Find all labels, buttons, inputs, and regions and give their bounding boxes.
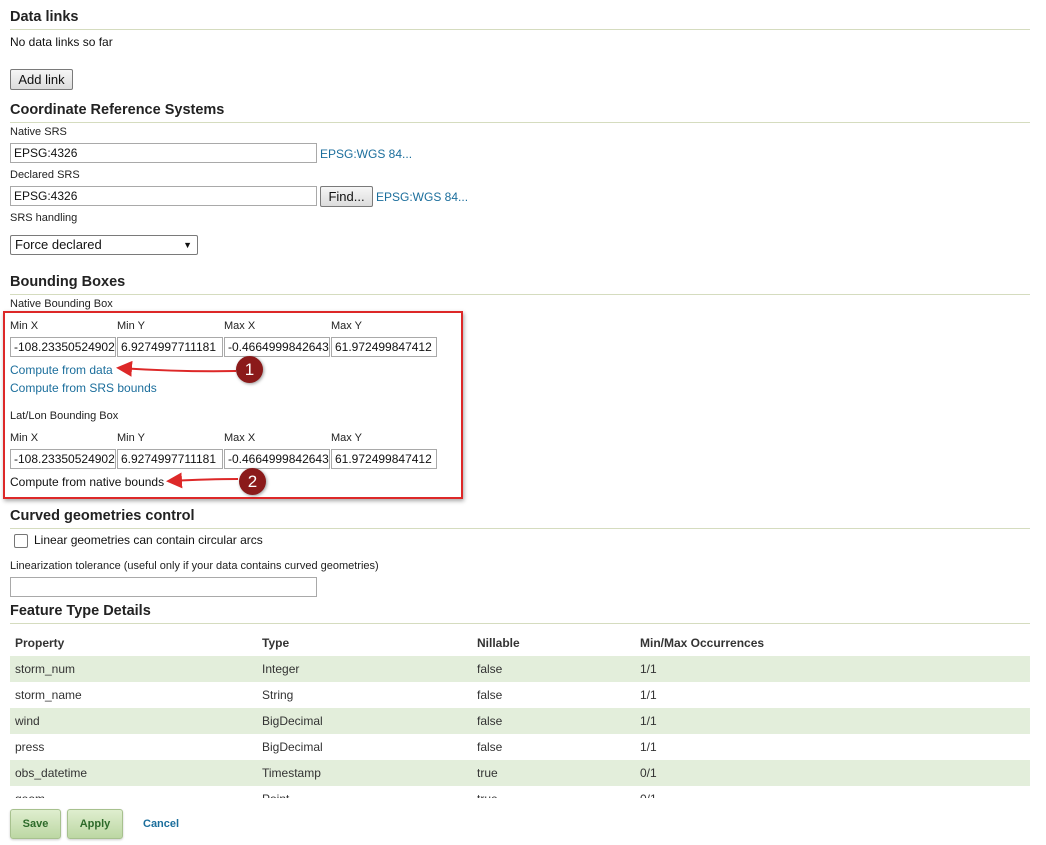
cell-type: Integer [257, 656, 472, 682]
save-button[interactable]: Save [10, 809, 61, 839]
cell-property: geom [10, 786, 257, 798]
cell-nillable: false [472, 708, 635, 734]
cell-type: String [262, 688, 294, 702]
cell-property: storm_num [10, 656, 257, 682]
table-row: press BigDecimal false 1/1 [10, 734, 1030, 760]
cell-occurrences: 1/1 [640, 740, 657, 754]
cell-type: BigDecimal [262, 740, 323, 754]
feature-type-table: Property Type Nillable Min/Max Occurrenc… [10, 630, 1030, 798]
table-row: wind BigDecimal false 1/1 [10, 708, 1030, 734]
cell-occurrences: 0/1 [635, 786, 1030, 798]
cell-occurrences: 1/1 [640, 688, 657, 702]
feature-table-viewport: Property Type Nillable Min/Max Occurrenc… [0, 0, 1046, 798]
cell-property: obs_datetime [10, 760, 257, 786]
cell-property: storm_name [15, 688, 82, 702]
cell-property: wind [10, 708, 257, 734]
cell-nillable: true [472, 786, 635, 798]
col-occurrences: Min/Max Occurrences [640, 636, 765, 650]
table-row: storm_name String false 1/1 [10, 682, 1030, 708]
cell-type: Timestamp [257, 760, 472, 786]
cell-nillable: true [472, 760, 635, 786]
col-property: Property [15, 636, 65, 650]
table-row: obs_datetime Timestamp true 0/1 [10, 760, 1030, 786]
cell-property: press [15, 740, 45, 754]
cell-nillable: false [477, 688, 503, 702]
cell-nillable: false [477, 740, 503, 754]
cell-type: BigDecimal [257, 708, 472, 734]
cell-occurrences: 1/1 [635, 708, 1030, 734]
cell-nillable: false [472, 656, 635, 682]
cell-occurrences: 1/1 [635, 656, 1030, 682]
col-type: Type [262, 636, 290, 650]
table-header-row: Property Type Nillable Min/Max Occurrenc… [10, 630, 1030, 656]
col-nillable: Nillable [477, 636, 520, 650]
cell-type: Point [257, 786, 472, 798]
cancel-link[interactable]: Cancel [143, 818, 179, 830]
table-row: storm_num Integer false 1/1 [10, 656, 1030, 682]
apply-button[interactable]: Apply [67, 809, 123, 839]
table-row: geom Point true 0/1 [10, 786, 1030, 798]
cell-occurrences: 0/1 [635, 760, 1030, 786]
